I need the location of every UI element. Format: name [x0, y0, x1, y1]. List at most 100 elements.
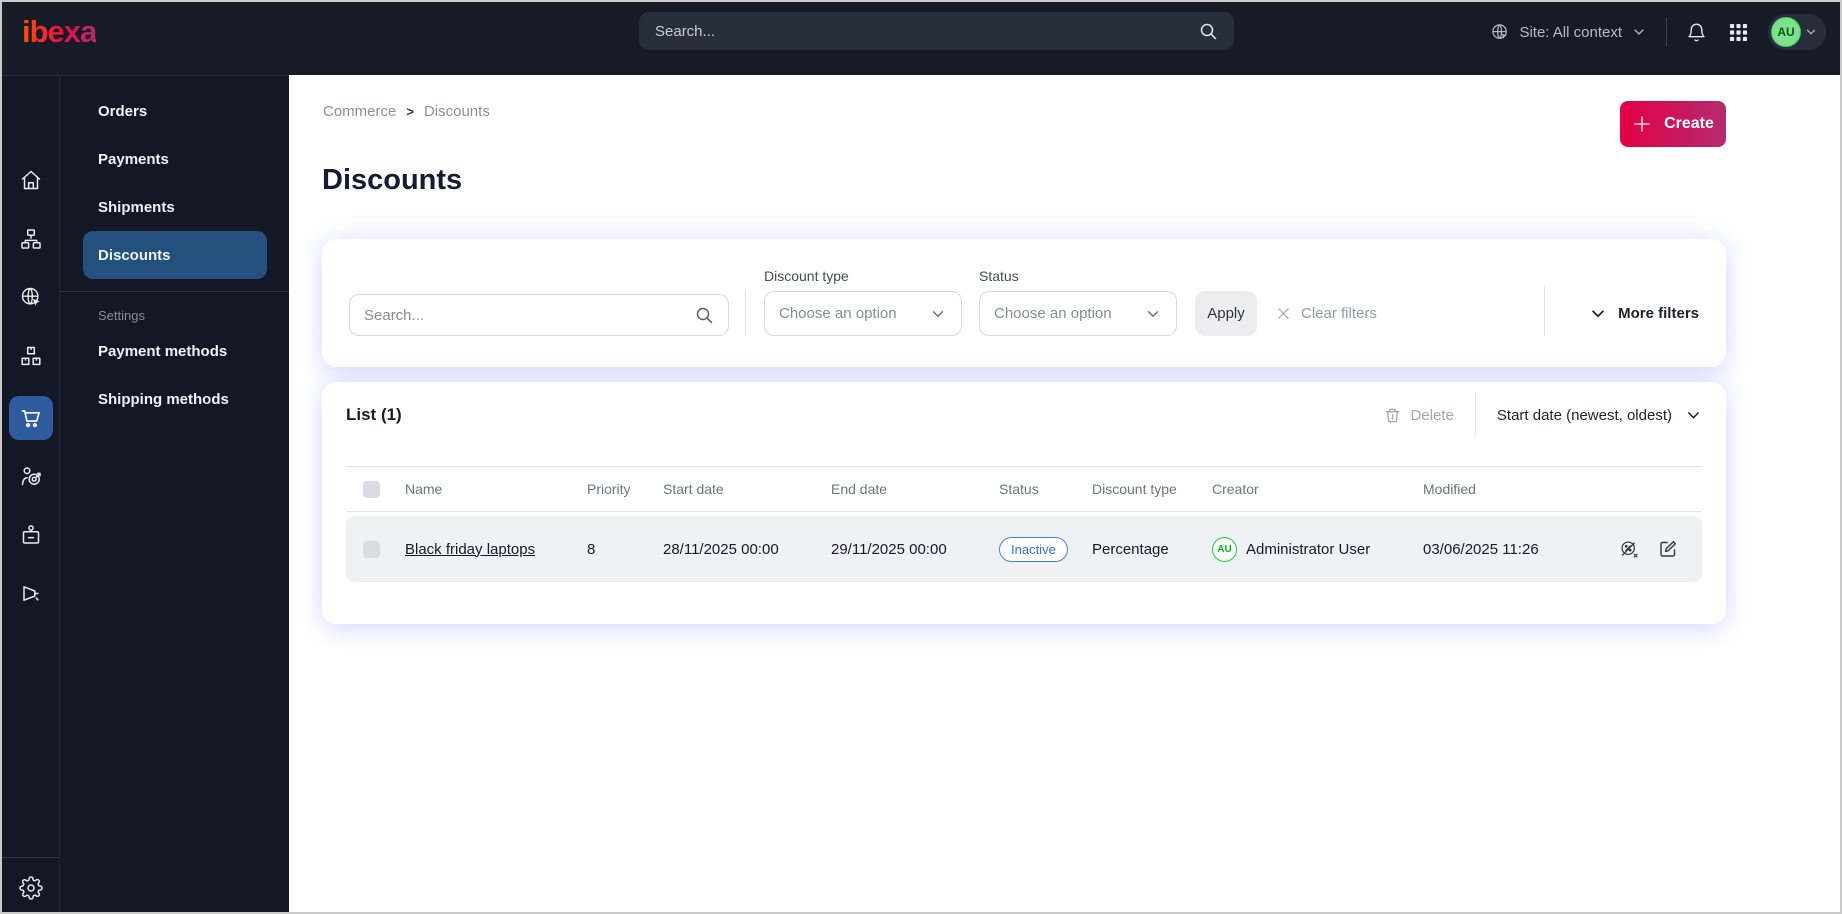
sort-select[interactable]: Start date (newest, oldest) [1497, 407, 1702, 424]
menu-item-shipments[interactable]: Shipments [83, 183, 267, 231]
status-value: Choose an option [994, 305, 1112, 322]
row-checkbox[interactable] [363, 540, 380, 558]
column-header-priority: Priority [587, 481, 631, 497]
app-window: ibexa Site: All context A [0, 0, 1842, 914]
discount-type-value: Choose an option [779, 305, 897, 322]
discounts-table: Name Priority Start date End date Status… [346, 466, 1702, 582]
chevron-down-icon [1147, 310, 1159, 317]
menu-item-payments[interactable]: Payments [83, 135, 267, 183]
column-header-modified: Modified [1423, 481, 1476, 497]
list-header-divider [1474, 393, 1476, 437]
filter-search-input[interactable] [364, 306, 694, 324]
column-header-discount-type: Discount type [1092, 481, 1177, 497]
apps-grid-icon[interactable] [1729, 23, 1748, 42]
select-all-checkbox[interactable] [363, 480, 380, 498]
main-content: Commerce > Discounts Create Discounts Di… [289, 75, 1840, 912]
status-select[interactable]: Choose an option [979, 291, 1177, 336]
top-bar: ibexa Site: All context A [2, 2, 1840, 75]
trash-icon [1385, 408, 1399, 422]
breadcrumb: Commerce > Discounts [323, 103, 490, 120]
table-row: Black friday laptops 8 28/11/2025 00:00 … [346, 516, 1702, 582]
ibexa-logo[interactable]: ibexa [22, 14, 97, 50]
marketing-megaphone-icon[interactable] [18, 581, 44, 607]
chevron-down-icon [1688, 411, 1699, 419]
more-filters-label: More filters [1618, 305, 1699, 322]
globe-icon [1490, 22, 1510, 42]
discount-type-select[interactable]: Choose an option [764, 291, 962, 336]
filter-search[interactable] [349, 294, 729, 336]
settings-gear-icon[interactable] [18, 875, 44, 901]
list-header: List (1) Delete Start date (newest, olde… [346, 393, 1702, 437]
discount-list-panel: List (1) Delete Start date (newest, olde… [322, 382, 1726, 624]
delete-button[interactable]: Delete [1383, 406, 1454, 425]
table-header-row: Name Priority Start date End date Status… [346, 466, 1702, 512]
discount-type-filter: Discount type Choose an option [764, 268, 962, 336]
user-avatar: AU [1771, 17, 1801, 47]
status-badge: Inactive [999, 536, 1068, 562]
apply-button[interactable]: Apply [1195, 291, 1257, 336]
global-search[interactable] [639, 12, 1234, 50]
list-header-actions: Delete Start date (newest, oldest) [1383, 393, 1702, 437]
icon-rail [2, 75, 59, 912]
topbar-right: Site: All context AU [1490, 2, 1826, 62]
search-icon[interactable] [1198, 21, 1218, 41]
clear-filters-label: Clear filters [1301, 305, 1377, 322]
column-header-end-date: End date [831, 481, 888, 497]
discount-name-link[interactable]: Black friday laptops [405, 541, 535, 558]
site-globe-icon[interactable] [18, 284, 44, 310]
product-catalog-icon[interactable] [18, 343, 44, 369]
column-header-status: Status [999, 481, 1039, 497]
site-context-label: Site: All context [1519, 23, 1622, 41]
discount-type-label: Discount type [764, 268, 849, 284]
rail-divider [2, 857, 59, 858]
home-icon[interactable] [18, 167, 44, 193]
members-badge-icon[interactable] [18, 522, 44, 548]
discount-priority: 8 [587, 540, 596, 558]
column-header-name: Name [405, 481, 443, 497]
filter-divider [745, 290, 746, 336]
customers-target-icon[interactable] [18, 463, 44, 489]
notifications-bell-icon[interactable] [1686, 22, 1707, 43]
page-title: Discounts [322, 164, 463, 196]
create-button-label: Create [1664, 115, 1714, 132]
chevron-down-icon [1592, 309, 1604, 318]
more-filters-toggle[interactable]: More filters [1589, 291, 1699, 336]
site-context-switcher[interactable]: Site: All context [1490, 22, 1647, 42]
global-search-input[interactable] [655, 22, 1198, 40]
breadcrumb-commerce[interactable]: Commerce [323, 103, 396, 120]
menu-item-discounts[interactable]: Discounts [83, 231, 267, 279]
chevron-down-icon [1634, 29, 1644, 35]
chevron-down-icon [932, 310, 944, 317]
status-filter: Status Choose an option [979, 268, 1177, 336]
menu-item-shipping-methods[interactable]: Shipping methods [83, 375, 267, 423]
breadcrumb-separator: > [406, 104, 414, 119]
discount-start-date: 28/11/2025 00:00 [663, 540, 779, 558]
menu-item-orders[interactable]: Orders [83, 87, 267, 135]
content-structure-icon[interactable] [18, 226, 44, 252]
column-header-start-date: Start date [663, 481, 724, 497]
list-title: List (1) [346, 405, 402, 424]
commerce-cart-icon[interactable] [8, 396, 53, 440]
creator-name: Administrator User [1246, 540, 1371, 558]
filter-panel: Discount type Choose an option Status Ch… [322, 239, 1726, 367]
column-header-creator: Creator [1212, 481, 1259, 497]
filter-divider [1544, 286, 1546, 336]
edit-discount-icon[interactable] [1658, 539, 1678, 559]
status-label: Status [979, 268, 1019, 284]
create-button[interactable]: Create [1620, 101, 1726, 147]
menu-item-payment-methods[interactable]: Payment methods [83, 327, 267, 375]
search-icon[interactable] [694, 305, 714, 325]
close-icon [1278, 308, 1289, 319]
sort-select-value: Start date (newest, oldest) [1496, 406, 1672, 424]
breadcrumb-discounts[interactable]: Discounts [424, 103, 490, 120]
deactivate-discount-icon[interactable] [1619, 539, 1640, 560]
discount-type: Percentage [1092, 540, 1169, 558]
topbar-divider [1666, 18, 1667, 46]
delete-button-label: Delete [1410, 406, 1454, 424]
clear-filters-button[interactable]: Clear filters [1275, 291, 1377, 336]
chevron-down-icon [1806, 29, 1816, 35]
menu-section-settings: Settings [98, 308, 145, 323]
user-menu[interactable]: AU [1768, 14, 1826, 50]
creator-avatar: AU [1212, 536, 1237, 562]
plus-icon [1632, 114, 1652, 134]
